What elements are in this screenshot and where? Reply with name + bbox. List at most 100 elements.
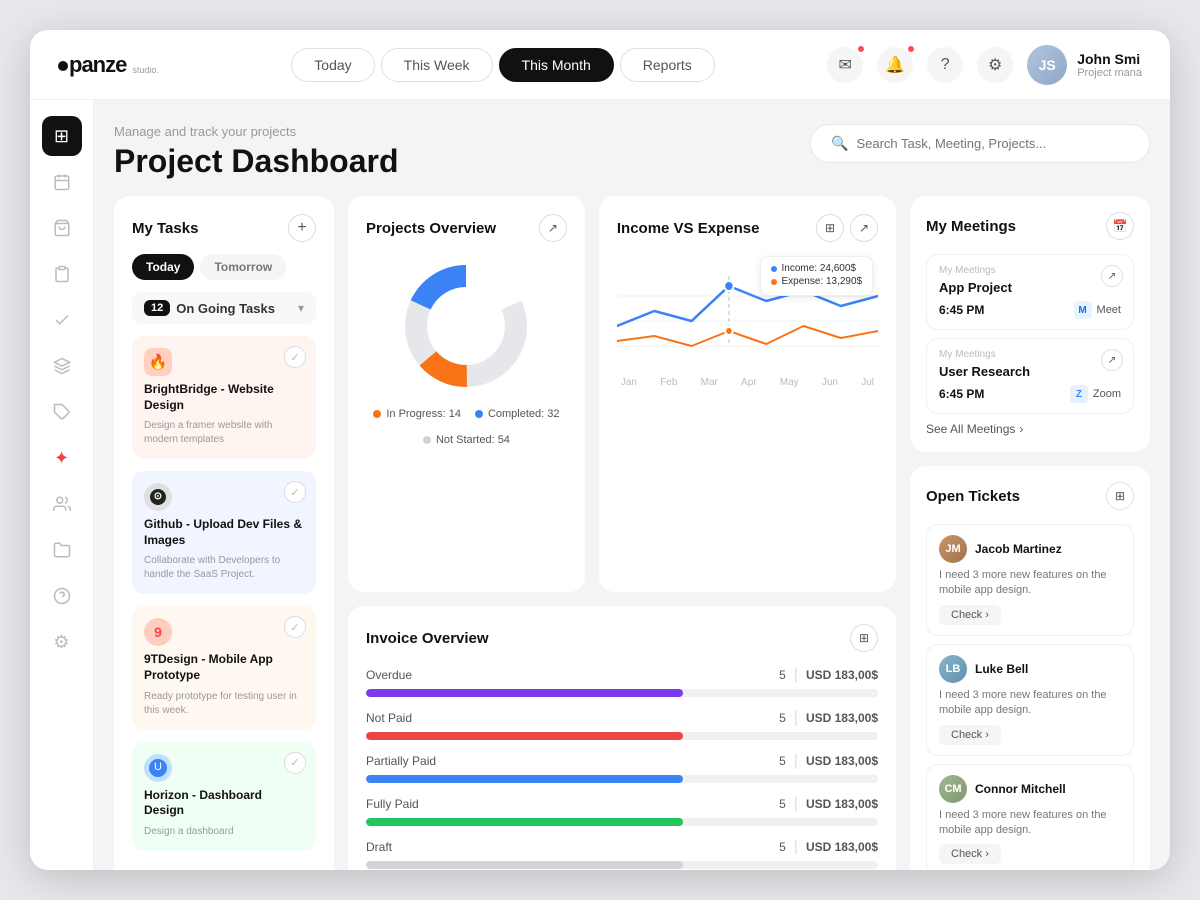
task-check[interactable]: ✓ xyxy=(284,481,306,503)
sidebar-item-calendar[interactable] xyxy=(42,162,82,202)
meet-icon: M xyxy=(1074,301,1092,319)
sidebar-item-bag[interactable] xyxy=(42,208,82,248)
sidebar-item-clipboard[interactable] xyxy=(42,254,82,294)
legend-not-started: Not Started: 54 xyxy=(423,434,510,446)
income-expense-card: Income VS Expense ⊞ ↗ xyxy=(599,196,896,592)
task-desc: Ready prototype for testing user in this… xyxy=(144,690,304,718)
check-button-connor[interactable]: Check › xyxy=(939,844,1001,864)
task-name: Horizon - Dashboard Design xyxy=(144,788,304,819)
search-input[interactable] xyxy=(856,136,1129,151)
sidebar-item-layers[interactable] xyxy=(42,346,82,386)
search-bar[interactable]: 🔍 xyxy=(810,124,1150,163)
nav-tabs: Today This Week This Month Reports xyxy=(199,48,807,82)
meeting-platform-1: M Meet xyxy=(1074,301,1121,319)
chevron-right-icon: › xyxy=(1019,422,1023,436)
zoom-icon: Z xyxy=(1070,385,1088,403)
check-button-luke[interactable]: Check › xyxy=(939,725,1001,745)
check-button-jacob[interactable]: Check › xyxy=(939,605,1001,625)
sidebar-item-tag[interactable] xyxy=(42,392,82,432)
meeting-item-app: ↗ My Meetings App Project 6:45 PM M Meet xyxy=(926,254,1134,330)
task-item: 🔥 ✓ BrightBridge - Website Design Design… xyxy=(132,336,316,459)
sidebar-item-help[interactable] xyxy=(42,576,82,616)
body: ⊞ ✦ xyxy=(30,100,1170,870)
chevron-right-icon: › xyxy=(985,848,989,860)
filter-icon[interactable]: ⊞ xyxy=(816,214,844,242)
sidebar-item-grid[interactable]: ⊞ xyxy=(42,116,82,156)
tab-today[interactable]: Today xyxy=(291,48,374,82)
sidebar: ⊞ ✦ xyxy=(30,100,94,870)
task-name: Github - Upload Dev Files & Images xyxy=(144,517,304,548)
page-title: Project Dashboard xyxy=(114,143,399,180)
task-item: ⊙ ✓ Github - Upload Dev Files & Images C… xyxy=(132,471,316,594)
bell-icon[interactable]: 🔔 xyxy=(877,47,913,83)
meeting-platform-2: Z Zoom xyxy=(1070,385,1121,403)
legend-in-progress: In Progress: 14 xyxy=(373,408,461,420)
chevron-right-icon: › xyxy=(985,609,989,621)
sidebar-item-settings[interactable]: ⚙ xyxy=(42,622,82,662)
header-actions: ✉ 🔔 ? ⚙ JS John Smi Project mana xyxy=(827,45,1142,85)
projects-overview-card: Projects Overview ↗ xyxy=(348,196,585,592)
mail-icon[interactable]: ✉ xyxy=(827,47,863,83)
legend-completed: Completed: 32 xyxy=(475,408,560,420)
svg-text:U: U xyxy=(154,761,162,773)
expand-income-icon[interactable]: ↗ xyxy=(850,214,878,242)
tab-this-month[interactable]: This Month xyxy=(499,48,614,82)
page-subtitle: Manage and track your projects xyxy=(114,124,399,139)
invoice-filter-icon[interactable]: ⊞ xyxy=(850,624,878,652)
sidebar-item-star[interactable]: ✦ xyxy=(42,438,82,478)
invoice-row-partially-paid: Partially Paid 5|USD 183,00$ xyxy=(366,752,878,783)
tab-tomorrow-tasks[interactable]: Tomorrow xyxy=(200,254,286,280)
task-desc: Collaborate with Developers to handle th… xyxy=(144,554,304,582)
settings-icon[interactable]: ⚙ xyxy=(977,47,1013,83)
center-column: Projects Overview ↗ xyxy=(348,196,896,870)
tasks-column: My Tasks + Today Tomorrow 12 On Going Ta… xyxy=(114,196,334,870)
tasks-header: My Tasks + xyxy=(132,214,316,242)
expand-icon[interactable]: ↗ xyxy=(539,214,567,242)
sidebar-item-folder[interactable] xyxy=(42,530,82,570)
task-check[interactable]: ✓ xyxy=(284,346,306,368)
user-role: Project mana xyxy=(1077,67,1142,79)
ticket-avatar-jacob: JM xyxy=(939,535,967,563)
sidebar-item-check[interactable] xyxy=(42,300,82,340)
task-desc: Design a dashboard xyxy=(144,825,304,839)
task-check[interactable]: ✓ xyxy=(284,616,306,638)
calendar-icon[interactable]: 📅 xyxy=(1106,212,1134,240)
ticket-item-connor: CM Connor Mitchell I need 3 more new fea… xyxy=(926,764,1134,870)
meetings-card: My Meetings 📅 ↗ My Meetings App Project … xyxy=(910,196,1150,452)
sidebar-item-users[interactable] xyxy=(42,484,82,524)
chevron-down-icon: ▾ xyxy=(298,301,304,315)
help-icon[interactable]: ? xyxy=(927,47,963,83)
logo-sub: studio. xyxy=(132,65,159,75)
invoice-title: Invoice Overview xyxy=(366,630,489,647)
chart-x-labels: Jan Feb Mar Apr May Jun Jul xyxy=(617,377,878,388)
task-name: 9TDesign - Mobile App Prototype xyxy=(144,652,304,683)
invoice-row-fully-paid: Fully Paid 5|USD 183,00$ xyxy=(366,795,878,826)
header: panze studio. Today This Week This Month… xyxy=(30,30,1170,100)
meeting-item-user-research: ↗ My Meetings User Research 6:45 PM Z Zo… xyxy=(926,338,1134,414)
donut-chart-area: In Progress: 14 Completed: 32 Not Starte… xyxy=(366,256,567,446)
tab-reports[interactable]: Reports xyxy=(620,48,715,82)
svg-text:⊙: ⊙ xyxy=(154,491,162,502)
right-column: My Meetings 📅 ↗ My Meetings App Project … xyxy=(910,196,1150,870)
add-task-button[interactable]: + xyxy=(288,214,316,242)
search-icon: 🔍 xyxy=(831,135,848,152)
line-chart: Income: 24,600$ Expense: 13,290$ xyxy=(617,256,878,376)
see-all-meetings[interactable]: See All Meetings › xyxy=(926,422,1134,436)
invoice-row-draft: Draft 5|USD 183,00$ xyxy=(366,838,878,869)
meeting-expand-2[interactable]: ↗ xyxy=(1101,349,1123,371)
ticket-avatar-luke: LB xyxy=(939,655,967,683)
tab-today-tasks[interactable]: Today xyxy=(132,254,194,280)
tickets-title: Open Tickets xyxy=(926,488,1020,505)
main-content: Manage and track your projects Project D… xyxy=(94,100,1170,870)
task-check[interactable]: ✓ xyxy=(284,752,306,774)
chart-legend: In Progress: 14 Completed: 32 Not Starte… xyxy=(366,408,567,446)
ongoing-tasks-header[interactable]: 12 On Going Tasks ▾ xyxy=(132,292,316,324)
user-profile[interactable]: JS John Smi Project mana xyxy=(1027,45,1142,85)
ticket-item-luke: LB Luke Bell I need 3 more new features … xyxy=(926,644,1134,756)
logo: panze studio. xyxy=(58,52,159,78)
tickets-filter-icon[interactable]: ⊞ xyxy=(1106,482,1134,510)
ticket-item-jacob: JM Jacob Martinez I need 3 more new feat… xyxy=(926,524,1134,636)
tab-this-week[interactable]: This Week xyxy=(381,48,493,82)
avatar: JS xyxy=(1027,45,1067,85)
meeting-expand-1[interactable]: ↗ xyxy=(1101,265,1123,287)
